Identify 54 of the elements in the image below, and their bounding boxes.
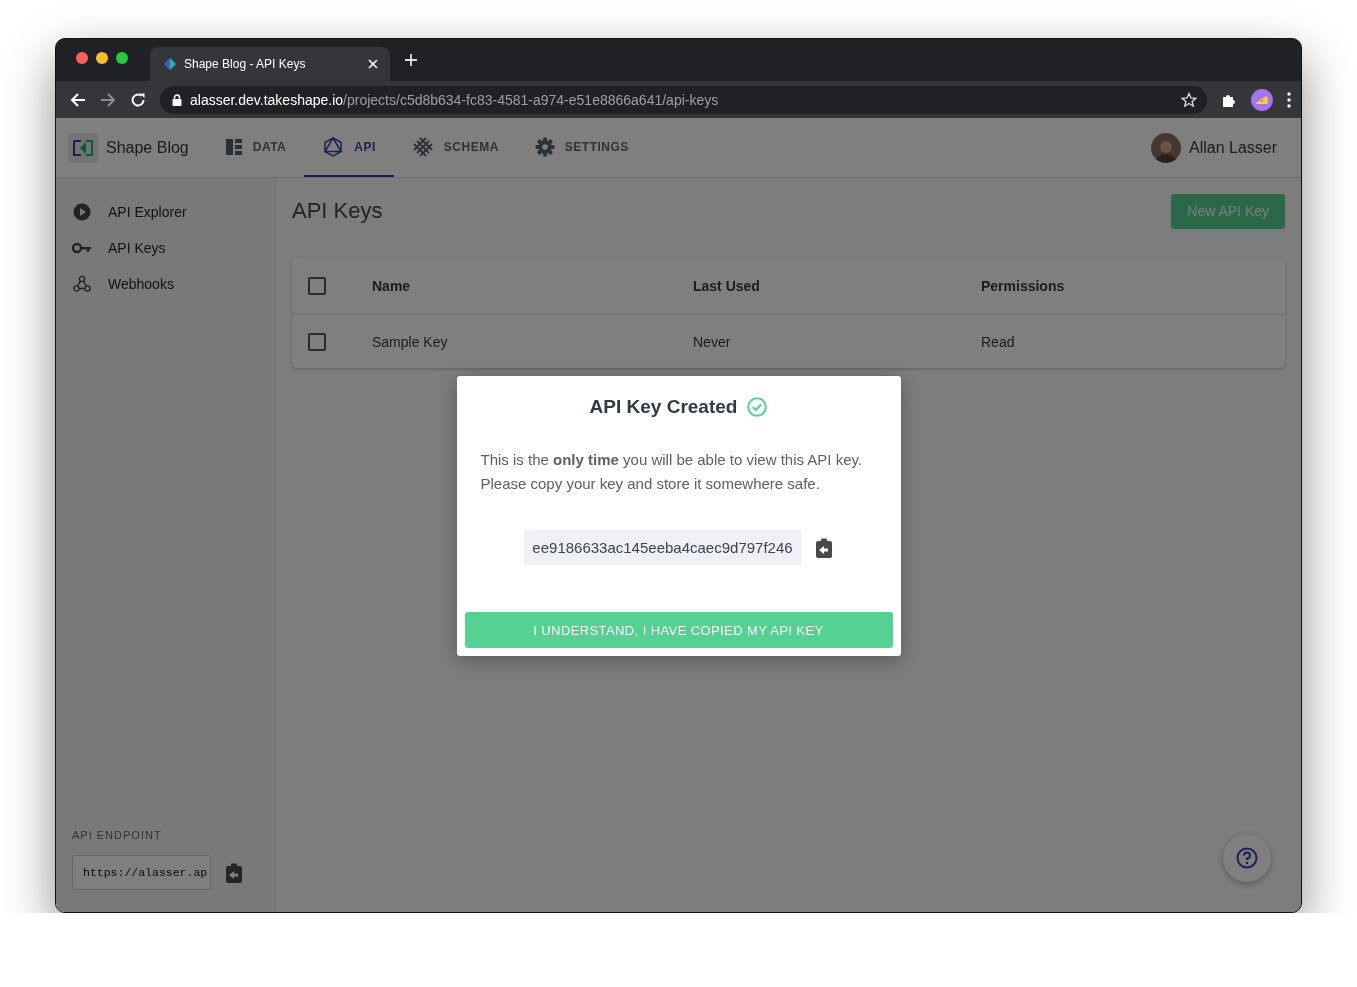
page-title: API Keys: [292, 198, 383, 224]
project-logo[interactable]: [68, 132, 98, 163]
browser-tab[interactable]: Shape Blog - API Keys: [150, 47, 390, 81]
sidebar-item[interactable]: Webhooks: [72, 266, 275, 302]
copy-icon[interactable]: [225, 862, 243, 883]
close-window-button[interactable]: [76, 52, 88, 64]
star-icon[interactable]: [1181, 91, 1197, 108]
row-checkbox[interactable]: [308, 332, 326, 351]
sidebar-item[interactable]: API Keys: [72, 230, 275, 266]
user-name[interactable]: Allan Lasser: [1188, 138, 1277, 157]
address-bar[interactable]: alasser.dev.takeshape.io/projects/c5d8b634-fc83-4581-a974-e51e8866a641/api-keys: [160, 85, 1207, 114]
profile-icon[interactable]: [1251, 88, 1273, 111]
table-cell-text: Sample Key: [372, 333, 449, 350]
close-icon[interactable]: [368, 59, 378, 69]
forward-icon[interactable]: [100, 91, 116, 108]
table-cell-text: Read: [981, 333, 1016, 350]
avatar[interactable]: [1150, 132, 1181, 163]
play-icon: [73, 203, 91, 221]
column-header: Last Used: [693, 278, 761, 294]
settings-icon: [534, 136, 555, 157]
help-icon: [1236, 847, 1258, 869]
help-button[interactable]: [1223, 834, 1271, 882]
graph-icon: [322, 135, 345, 158]
webhook-icon: [73, 275, 91, 293]
new-tab-icon[interactable]: [404, 53, 418, 67]
project-name: Shape Blog: [106, 138, 189, 157]
columns-icon: [224, 137, 243, 156]
minimize-window-button[interactable]: [96, 52, 108, 64]
lattice-icon: [411, 135, 434, 158]
endpoint-field[interactable]: https://alasser.ap: [72, 855, 211, 890]
nav-tab[interactable]: API: [304, 118, 394, 177]
nav-tab[interactable]: SETTINGS: [516, 118, 647, 177]
menu-icon[interactable]: [1287, 91, 1291, 108]
tab-title: Shape Blog - API Keys: [184, 57, 307, 71]
check-circle-icon: [747, 397, 768, 417]
lock-icon: [172, 93, 182, 106]
column-header: Permissions: [981, 278, 1066, 294]
select-all-checkbox[interactable]: [308, 277, 326, 295]
dialog-title: API Key Created: [589, 396, 738, 418]
reload-icon[interactable]: [130, 91, 146, 108]
dialog-message: This is the only time you will be able to view this API key. Please copy your key and store it somewhere safe.: [480, 450, 863, 494]
nav-tab[interactable]: SCHEMA: [393, 118, 517, 177]
nav-tab[interactable]: DATA: [206, 118, 305, 177]
maximize-window-button[interactable]: [116, 52, 128, 64]
column-header: Name: [372, 278, 412, 294]
table-cell-text: Never: [693, 333, 732, 350]
sidebar-item[interactable]: API Explorer: [72, 194, 275, 230]
copy-icon[interactable]: [814, 537, 833, 558]
url-text: alasser.dev.takeshape.io/projects/c5d8b634-fc83-4581-a974-e51e8866a641/api-keys: [190, 91, 720, 108]
back-icon[interactable]: [70, 91, 86, 108]
diamond-logo-icon: [164, 58, 176, 70]
endpoint-label: API ENDPOINT: [72, 829, 163, 841]
api-key-field[interactable]: ee9186633ac145eeba4caec9d797f246: [524, 530, 801, 565]
key-icon: [72, 242, 92, 254]
